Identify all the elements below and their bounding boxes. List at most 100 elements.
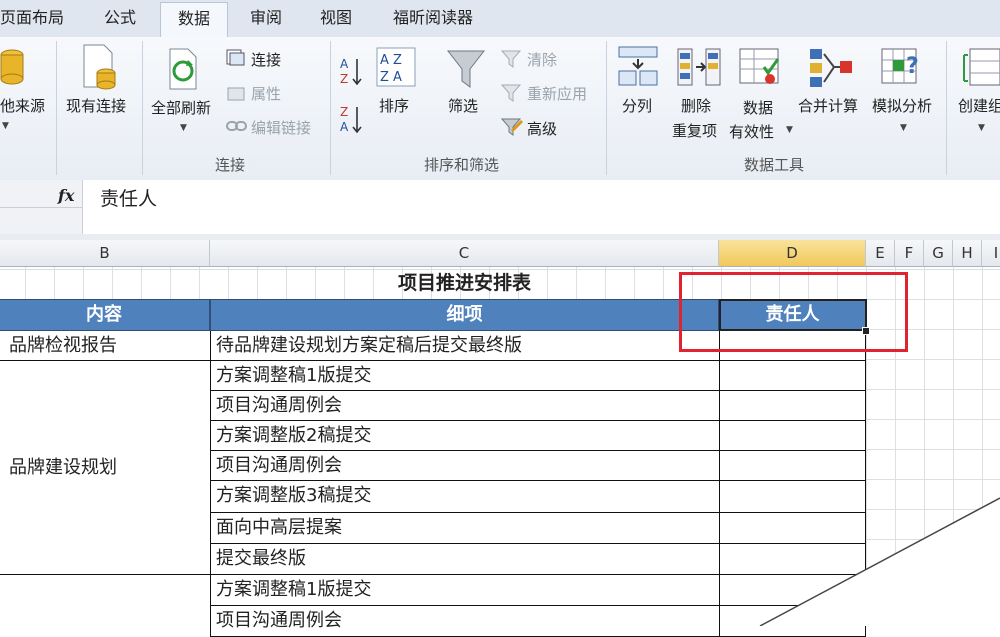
text-to-columns-label: 分列 bbox=[622, 97, 653, 115]
header-cell-detail[interactable]: 细项 bbox=[210, 299, 719, 331]
svg-text:Z: Z bbox=[340, 72, 348, 86]
header-cell-content[interactable]: 内容 bbox=[0, 299, 210, 331]
what-if-analysis-icon: ? bbox=[881, 48, 919, 84]
data-validation-icon bbox=[739, 48, 780, 84]
dropdown-arrow-icon: ▼ bbox=[2, 121, 9, 131]
existing-connections-label: 现有连接 bbox=[66, 97, 127, 115]
detail-cell[interactable]: 方案调整版3稿提交 bbox=[210, 481, 719, 513]
owner-cell[interactable] bbox=[719, 513, 866, 544]
connections-icon bbox=[226, 49, 245, 66]
svg-text:A Z: A Z bbox=[380, 53, 402, 68]
connections-group-label: 连接 bbox=[215, 156, 246, 174]
advanced-filter-icon bbox=[500, 118, 524, 136]
column-header-h[interactable]: H bbox=[953, 240, 982, 267]
link-icon bbox=[226, 121, 247, 131]
owner-cell[interactable] bbox=[719, 421, 866, 451]
remove-duplicates-label-1: 删除 bbox=[681, 97, 712, 115]
create-group-label: 创建组 bbox=[958, 97, 1000, 115]
filter-label: 筛选 bbox=[448, 97, 479, 115]
tab-page-layout[interactable]: 页面布局 bbox=[0, 0, 70, 37]
filter-funnel-icon bbox=[446, 50, 486, 88]
detail-cell[interactable]: 方案调整稿1版提交 bbox=[210, 361, 719, 391]
detail-cell[interactable]: 方案调整稿1版提交 bbox=[210, 575, 719, 606]
text-to-columns-icon bbox=[618, 46, 658, 86]
existing-connections-icon bbox=[83, 44, 116, 90]
data-tools-group-label: 数据工具 bbox=[744, 156, 805, 174]
group-cell-next[interactable] bbox=[0, 575, 210, 635]
owner-cell[interactable] bbox=[719, 391, 866, 421]
clear-filter-icon bbox=[500, 50, 522, 68]
data-validation-label-1: 数据 bbox=[743, 99, 774, 117]
sort-icon: A Z Z A bbox=[376, 47, 416, 87]
column-header-b[interactable]: B bbox=[0, 240, 210, 267]
ribbon-separator bbox=[606, 41, 607, 175]
consolidate-label: 合并计算 bbox=[798, 97, 859, 115]
column-header-g[interactable]: G bbox=[924, 240, 953, 267]
detail-cell[interactable]: 方案调整版2稿提交 bbox=[210, 421, 719, 451]
tab-view[interactable]: 视图 bbox=[320, 0, 360, 37]
owner-cell[interactable] bbox=[719, 361, 866, 391]
ribbon-separator bbox=[142, 41, 143, 175]
detail-cell[interactable]: 项目沟通周例会 bbox=[210, 391, 719, 421]
column-header-e[interactable]: E bbox=[866, 240, 895, 267]
svg-text:A: A bbox=[340, 57, 349, 71]
owner-cell[interactable] bbox=[719, 544, 866, 575]
detail-cell[interactable]: 面向中高层提案 bbox=[210, 513, 719, 544]
dropdown-arrow-icon: ▼ bbox=[180, 123, 187, 133]
column-header-c[interactable]: C bbox=[210, 240, 719, 267]
group-cell-brand-planning[interactable]: 品牌建设规划 bbox=[0, 361, 210, 575]
tab-review[interactable]: 审阅 bbox=[250, 0, 290, 37]
detail-cell[interactable]: 项目沟通周例会 bbox=[210, 451, 719, 481]
dropdown-arrow-icon: ▼ bbox=[786, 125, 793, 135]
detail-cell[interactable]: 待品牌建设规划方案定稿后提交最终版 bbox=[210, 331, 719, 361]
connections-label: 连接 bbox=[251, 51, 282, 69]
sort-label: 排序 bbox=[379, 97, 410, 115]
detail-cell[interactable]: 项目沟通周例会 bbox=[210, 606, 719, 637]
database-icon bbox=[0, 49, 24, 85]
remove-duplicates-label-2: 重复项 bbox=[672, 122, 718, 140]
properties-label: 属性 bbox=[251, 85, 282, 103]
consolidate-icon bbox=[810, 49, 852, 87]
other-sources-label: 他来源 bbox=[0, 97, 46, 115]
remove-duplicates-icon bbox=[677, 48, 721, 86]
column-header-i[interactable]: I bbox=[982, 240, 1000, 267]
sheet-title: 项目推进安排表 bbox=[397, 272, 531, 294]
group-cell-brand-review[interactable]: 品牌检视报告 bbox=[0, 331, 210, 361]
owner-cell[interactable] bbox=[719, 606, 866, 637]
owner-cell[interactable] bbox=[719, 451, 866, 481]
ribbon-separator bbox=[56, 41, 57, 175]
data-ribbon: 他来源 ▼ 现有连接 全部刷新 ▼ 连接 属性 编辑链接 连接 A Z Z A … bbox=[0, 37, 1000, 181]
group-rows-icon bbox=[963, 48, 1000, 86]
ribbon-separator bbox=[946, 41, 947, 175]
column-header-d[interactable]: D bbox=[719, 240, 866, 267]
owner-cell[interactable] bbox=[719, 575, 866, 606]
insert-function-icon[interactable]: fx bbox=[58, 186, 74, 205]
clear-label: 清除 bbox=[527, 51, 558, 69]
sort-ascending-icon[interactable]: A Z bbox=[340, 55, 364, 89]
tab-data[interactable]: 数据 bbox=[160, 2, 228, 39]
annotation-highlight-box bbox=[679, 272, 908, 352]
reapply-label: 重新应用 bbox=[527, 85, 588, 103]
sort-descending-icon[interactable]: Z A bbox=[340, 103, 364, 137]
svg-text:A: A bbox=[340, 120, 349, 134]
ribbon-tab-strip: 页面布局 公式 数据 审阅 视图 福昕阅读器 bbox=[0, 0, 1000, 39]
data-validation-label-2: 有效性 bbox=[729, 123, 775, 141]
refresh-all-label: 全部刷新 bbox=[151, 99, 212, 117]
owner-cell[interactable] bbox=[719, 481, 866, 513]
tab-formulas[interactable]: 公式 bbox=[104, 0, 144, 37]
formula-bar: fx 责任人 bbox=[0, 180, 1000, 235]
properties-icon bbox=[227, 87, 245, 101]
advanced-label: 高级 bbox=[527, 120, 558, 138]
column-header-f[interactable]: F bbox=[895, 240, 924, 267]
tab-foxit-reader[interactable]: 福昕阅读器 bbox=[393, 0, 483, 37]
edit-links-label: 编辑链接 bbox=[251, 119, 312, 137]
ribbon-separator bbox=[330, 41, 331, 175]
svg-text:Z A: Z A bbox=[380, 70, 402, 85]
dropdown-arrow-icon: ▼ bbox=[978, 123, 985, 133]
svg-text:?: ? bbox=[906, 54, 919, 79]
dropdown-arrow-icon: ▼ bbox=[900, 123, 907, 133]
formula-input[interactable]: 责任人 bbox=[100, 184, 157, 211]
detail-cell[interactable]: 提交最终版 bbox=[210, 544, 719, 575]
svg-text:Z: Z bbox=[340, 105, 348, 119]
refresh-all-icon bbox=[169, 48, 197, 90]
